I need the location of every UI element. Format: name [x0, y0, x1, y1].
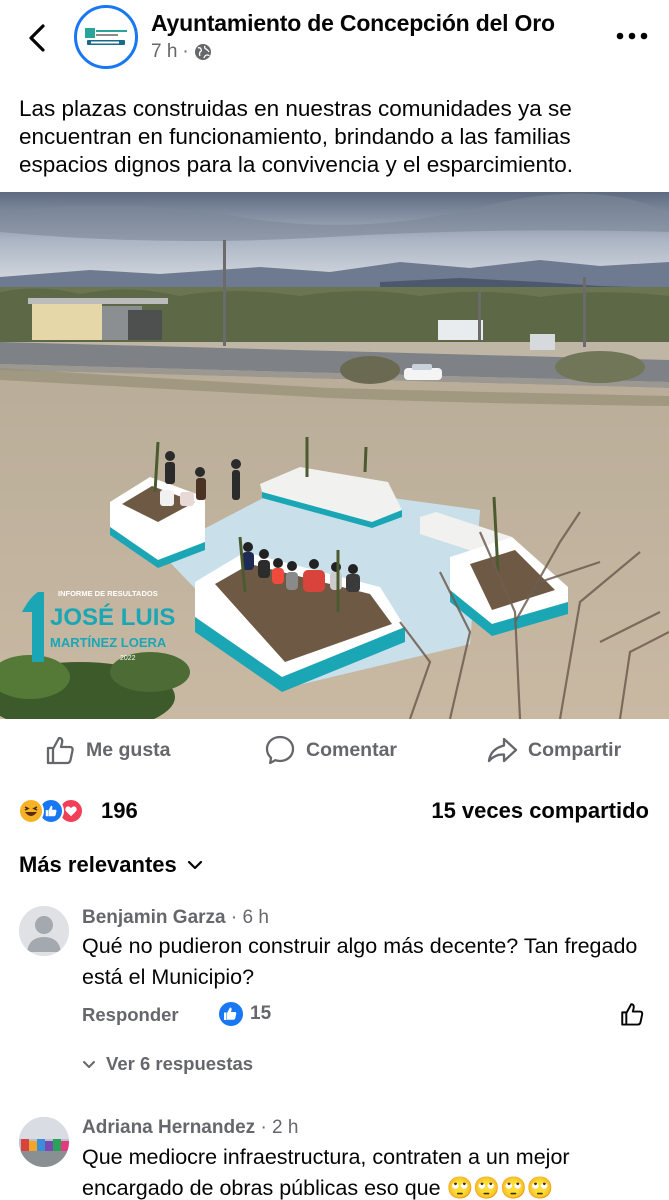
comment-text: Que mediocre infraestructura, contraten …	[82, 1145, 570, 1200]
post-time: 7 h	[151, 41, 178, 62]
post-action-bar: Me gusta Comentar Compartir	[0, 724, 669, 776]
like-reaction-icon	[219, 1002, 243, 1026]
page-name[interactable]: Ayuntamiento de Concepción del Oro	[151, 10, 555, 37]
sort-label: Más relevantes	[19, 852, 177, 877]
like-label: Me gusta	[86, 738, 171, 761]
share-arrow-icon	[487, 737, 518, 763]
watermark-line1: INFORME DE RESULTADOS	[58, 589, 158, 598]
comment-label: Comentar	[306, 738, 398, 761]
post-meta: 7 h ·	[151, 41, 212, 63]
haha-reaction-icon	[18, 798, 44, 824]
reaction-count[interactable]: 196	[101, 798, 138, 824]
comment-author[interactable]: Benjamin Garza	[82, 907, 226, 928]
avatar[interactable]	[19, 1117, 69, 1167]
post-photo[interactable]: INFORME DE RESULTADOS JOSÉ LUIS MARTÍNEZ…	[0, 192, 669, 719]
comment-time: · 6 h	[230, 907, 269, 928]
comment-header: Adriana Hernandez · 2 h	[82, 1117, 298, 1139]
comment-text: Qué no pudieron construir algo más decen…	[82, 934, 638, 989]
share-count[interactable]: 15 veces compartido	[431, 798, 649, 824]
more-options-button[interactable]	[612, 24, 652, 48]
chevron-down-icon	[187, 860, 202, 870]
municipality-logo	[85, 28, 127, 45]
back-button[interactable]	[22, 20, 52, 56]
share-label: Compartir	[528, 738, 622, 761]
user-photo-avatar	[19, 1117, 69, 1167]
share-button[interactable]: Compartir	[486, 724, 621, 776]
ellipsis-icon	[616, 32, 648, 40]
post-text: Las plazas construidas en nuestras comun…	[19, 96, 574, 177]
watermark-line2: JOSÉ LUIS	[50, 603, 175, 631]
post-stats: 196 15 veces compartido	[0, 794, 669, 830]
avatar[interactable]	[19, 906, 69, 956]
view-replies-label: Ver 6 respuestas	[106, 1053, 254, 1074]
plaza-photo-illustration: INFORME DE RESULTADOS JOSÉ LUIS MARTÍNEZ…	[0, 192, 669, 719]
comment-time: · 2 h	[260, 1117, 299, 1138]
comment-header: Benjamin Garza · 6 h	[82, 907, 269, 929]
comment-item: Benjamin Garza · 6 h Qué no pudieron con…	[0, 900, 669, 1090]
chevron-left-icon	[29, 24, 45, 52]
watermark-line3: MARTÍNEZ LOERA	[50, 635, 167, 650]
comment-like-number: 15	[250, 1003, 272, 1024]
reply-button[interactable]: Responder	[82, 1004, 179, 1026]
reaction-summary[interactable]	[18, 798, 84, 824]
like-button[interactable]: Me gusta	[44, 724, 171, 776]
default-user-icon	[19, 906, 69, 956]
post-header: Ayuntamiento de Concepción del Oro 7 h ·	[0, 0, 669, 80]
meta-separator: ·	[182, 41, 189, 62]
chevron-down-icon	[83, 1060, 95, 1068]
page-avatar[interactable]	[74, 5, 138, 69]
comment-like-button[interactable]	[618, 1000, 646, 1028]
watermark-year: 2022	[120, 655, 136, 662]
thumbs-up-icon	[46, 736, 74, 765]
comment-sort-dropdown[interactable]: Más relevantes	[19, 852, 203, 878]
view-replies-button[interactable]: Ver 6 respuestas	[82, 1053, 253, 1075]
globe-icon	[194, 44, 211, 60]
comment-bubble-icon	[265, 735, 295, 765]
comment-author[interactable]: Adriana Hernandez	[82, 1117, 255, 1138]
comment-like-count[interactable]: 15	[218, 1001, 271, 1027]
comment-button[interactable]: Comentar	[264, 724, 397, 776]
thumbs-up-icon	[621, 1003, 644, 1026]
comment-item: Adriana Hernandez · 2 h Que mediocre inf…	[0, 1110, 669, 1200]
